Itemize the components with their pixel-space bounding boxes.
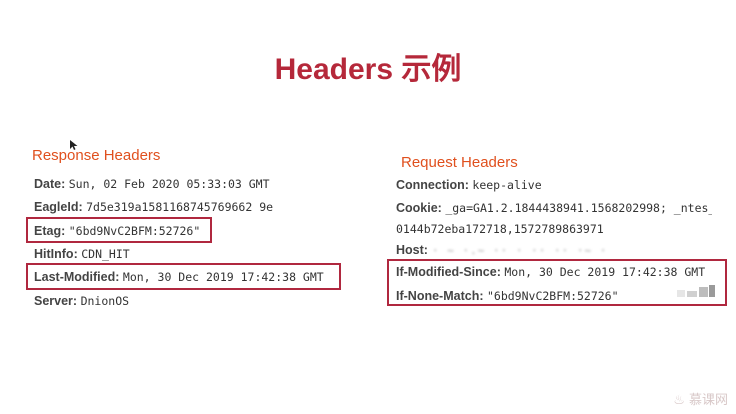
header-key: Server: [34,294,78,308]
header-key: Date: [34,177,66,191]
response-row-hitinfo: HitInfo: CDN_HIT [34,246,130,262]
header-key: Host: [396,243,428,257]
request-row-host: Host: [396,242,428,258]
header-value: CDN_HIT [81,247,130,261]
etag-highlight-box [26,217,212,243]
flame-icon: ♨ [673,393,685,408]
header-key: Cookie: [396,201,442,215]
response-row-server: Server: DnionOS [34,293,129,309]
header-value: Sun, 02 Feb 2020 05:33:03 GMT [68,177,270,191]
request-row-cookie-cont: 0144b72eba172718,1572789863971 [396,221,604,237]
watermark-text: 慕课网 [688,393,728,408]
header-value: 7d5e319a1581168745769662 9e [86,200,274,214]
conditional-request-highlight-box [387,259,727,306]
last-modified-highlight-box [26,263,341,290]
blurred-host-value: · ~ ·.~ ·· · ·· ·· ·~ · [432,244,608,257]
header-key: HitInfo: [34,247,78,261]
header-value: DnionOS [80,294,130,308]
slide-title: Headers 示例 [274,53,462,86]
response-row-eagleid: EagleId: 7d5e319a1581168745769662 9e [34,199,273,215]
request-row-connection: Connection: keep-alive [396,177,542,193]
header-key: Connection: [396,178,469,192]
request-row-cookie: Cookie: _ga=GA1.2.1844438941.1568202998;… [396,200,712,216]
header-value: _ga=GA1.2.1844438941.1568202998; _ntes_n [445,201,712,215]
response-headers-heading: Response Headers [32,147,161,164]
header-key: EagleId: [34,200,83,214]
watermark-logo: ♨ 慕课网 [673,389,728,408]
header-value: keep-alive [472,178,542,192]
header-value: 0144b72eba172718,1572789863971 [396,222,604,236]
request-headers-heading: Request Headers [401,154,518,171]
response-row-date: Date: Sun, 02 Feb 2020 05:33:03 GMT [34,176,270,192]
